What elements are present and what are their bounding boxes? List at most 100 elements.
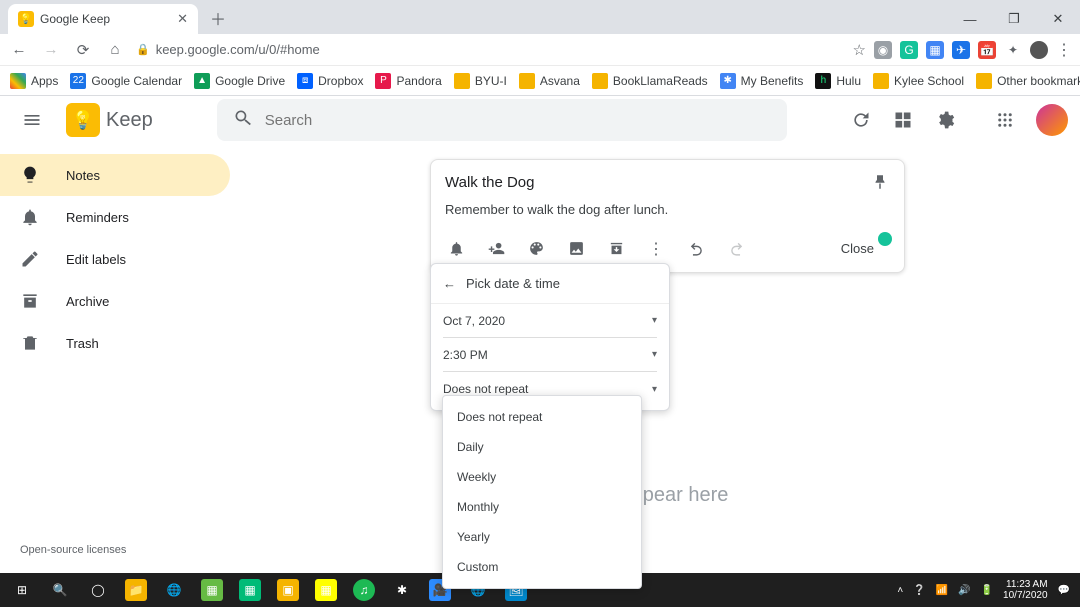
main-area: add appear here Walk the Dog Remember to… — [230, 144, 1080, 573]
refresh-icon[interactable] — [850, 109, 872, 131]
app-icon[interactable]: ▦ — [194, 575, 230, 605]
repeat-option[interactable]: Does not repeat — [443, 402, 641, 432]
archive-note-icon[interactable] — [607, 240, 625, 258]
archive-icon — [20, 291, 40, 311]
browser-tab-bar: 💡 Google Keep ✕ ＋ — ❐ ✕ — [0, 0, 1080, 34]
account-avatar[interactable] — [1036, 104, 1068, 136]
sidebar-item-notes[interactable]: Notes — [0, 154, 230, 196]
sidebar-item-label: Notes — [66, 168, 100, 183]
profile-chip-icon[interactable] — [1030, 41, 1048, 59]
time-select[interactable]: 2:30 PM▾ — [443, 338, 657, 372]
nav-forward-icon[interactable]: → — [40, 39, 62, 61]
collaborator-icon[interactable] — [487, 240, 505, 258]
search-input[interactable] — [265, 112, 771, 129]
spotify-icon[interactable]: ♫ — [346, 575, 382, 605]
grammarly-ext-icon[interactable]: G — [900, 41, 918, 59]
pin-icon[interactable] — [870, 172, 890, 192]
grammarly-indicator-icon[interactable] — [878, 232, 892, 246]
search-box[interactable] — [217, 99, 787, 141]
ext-icon-2[interactable]: ✈ — [952, 41, 970, 59]
bookmark-item[interactable]: 22Google Calendar — [70, 73, 182, 89]
sidebar-item-reminders[interactable]: Reminders — [0, 196, 230, 238]
app-icon[interactable]: ▦ — [232, 575, 268, 605]
bookmark-item[interactable]: Asvana — [519, 73, 580, 89]
bookmark-item[interactable]: ▲Google Drive — [194, 73, 285, 89]
trash-icon — [20, 333, 40, 353]
bookmark-item[interactable]: hHulu — [815, 73, 861, 89]
close-tab-icon[interactable]: ✕ — [177, 11, 188, 27]
window-maximize-button[interactable]: ❐ — [992, 4, 1036, 34]
tab-title: Google Keep — [40, 12, 171, 26]
chrome-menu-icon[interactable]: ⋮ — [1056, 40, 1072, 60]
sidebar-item-edit-labels[interactable]: Edit labels — [0, 238, 230, 280]
explorer-icon[interactable]: 📁 — [118, 575, 154, 605]
tray-chevron-icon[interactable]: ˄ — [897, 585, 903, 596]
keep-logo[interactable]: 💡 Keep — [66, 103, 153, 137]
nav-home-icon[interactable]: ⌂ — [104, 39, 126, 61]
repeat-dropdown: Does not repeat Daily Weekly Monthly Yea… — [442, 395, 642, 589]
bookmark-star-icon[interactable]: ☆ — [853, 41, 866, 59]
repeat-option[interactable]: Yearly — [443, 522, 641, 552]
hamburger-menu-icon[interactable] — [12, 100, 52, 140]
popup-title: Pick date & time — [466, 276, 560, 291]
taskbar-clock[interactable]: 11:23 AM 10/7/2020 — [1003, 579, 1048, 601]
sidebar-item-trash[interactable]: Trash — [0, 322, 230, 364]
keep-header: 💡 Keep — [0, 96, 1080, 144]
bookmark-item[interactable]: ⧈Dropbox — [297, 73, 363, 89]
tray-battery-icon[interactable]: 🔋 — [981, 585, 993, 596]
note-title[interactable]: Walk the Dog — [445, 174, 534, 191]
open-source-licenses-link[interactable]: Open-source licenses — [20, 544, 126, 556]
window-close-button[interactable]: ✕ — [1036, 4, 1080, 34]
tray-wifi-icon[interactable]: 📶 — [936, 585, 948, 596]
back-arrow-icon[interactable]: ← — [443, 276, 456, 291]
ext-icon-1[interactable]: ▦ — [926, 41, 944, 59]
chrome-icon[interactable]: 🌐 — [156, 575, 192, 605]
tray-volume-icon[interactable]: 🔊 — [958, 585, 970, 596]
sidebar-item-archive[interactable]: Archive — [0, 280, 230, 322]
slack-icon[interactable]: ✱ — [384, 575, 420, 605]
apps-bookmark[interactable]: Apps — [10, 73, 58, 89]
nav-reload-icon[interactable]: ⟳ — [72, 39, 94, 61]
ext-icon-3[interactable]: 📅 — [978, 41, 996, 59]
bookmarks-bar: Apps 22Google Calendar ▲Google Drive ⧈Dr… — [0, 66, 1080, 96]
bookmark-item[interactable]: BYU-I — [454, 73, 507, 89]
search-icon — [233, 108, 253, 133]
note-body[interactable]: Remember to walk the dog after lunch. — [445, 202, 890, 217]
grid-view-icon[interactable] — [892, 109, 914, 131]
start-button[interactable]: ⊞ — [4, 575, 40, 605]
bookmark-item[interactable]: PPandora — [375, 73, 441, 89]
sidebar-item-label: Edit labels — [66, 252, 126, 267]
tray-help-icon[interactable]: ❔ — [913, 585, 925, 596]
date-select[interactable]: Oct 7, 2020▾ — [443, 304, 657, 338]
nav-back-icon[interactable]: ← — [8, 39, 30, 61]
google-apps-icon[interactable] — [994, 109, 1016, 131]
app-icon[interactable]: ▦ — [308, 575, 344, 605]
remind-me-icon[interactable] — [447, 240, 465, 258]
repeat-option[interactable]: Weekly — [443, 462, 641, 492]
browser-tab[interactable]: 💡 Google Keep ✕ — [8, 4, 198, 34]
undo-icon[interactable] — [687, 240, 705, 258]
notifications-icon[interactable]: 💬 — [1058, 585, 1070, 596]
image-icon[interactable] — [567, 240, 585, 258]
repeat-option[interactable]: Daily — [443, 432, 641, 462]
cortana-icon[interactable]: ◯ — [80, 575, 116, 605]
bookmark-item[interactable]: BookLlamaReads — [592, 73, 708, 89]
url-text[interactable]: keep.google.com/u/0/#home — [156, 42, 320, 57]
camera-ext-icon[interactable]: ◉ — [874, 41, 892, 59]
settings-gear-icon[interactable] — [934, 109, 956, 131]
app-icon[interactable]: ▣ — [270, 575, 306, 605]
other-bookmarks[interactable]: Other bookmarks — [976, 73, 1080, 89]
extensions-puzzle-icon[interactable]: ✦ — [1004, 41, 1022, 59]
palette-icon[interactable] — [527, 240, 545, 258]
keep-bulb-icon: 💡 — [66, 103, 100, 137]
bookmark-item[interactable]: Kylee School — [873, 73, 964, 89]
redo-icon[interactable] — [727, 240, 745, 258]
new-tab-button[interactable]: ＋ — [204, 4, 232, 32]
note-toolbar: ⋮ Close — [445, 231, 890, 266]
search-taskbar-icon[interactable]: 🔍 — [42, 575, 78, 605]
repeat-option[interactable]: Monthly — [443, 492, 641, 522]
repeat-option[interactable]: Custom — [443, 552, 641, 582]
more-icon[interactable]: ⋮ — [647, 240, 665, 258]
bookmark-item[interactable]: ✱My Benefits — [720, 73, 804, 89]
window-minimize-button[interactable]: — — [948, 4, 992, 34]
